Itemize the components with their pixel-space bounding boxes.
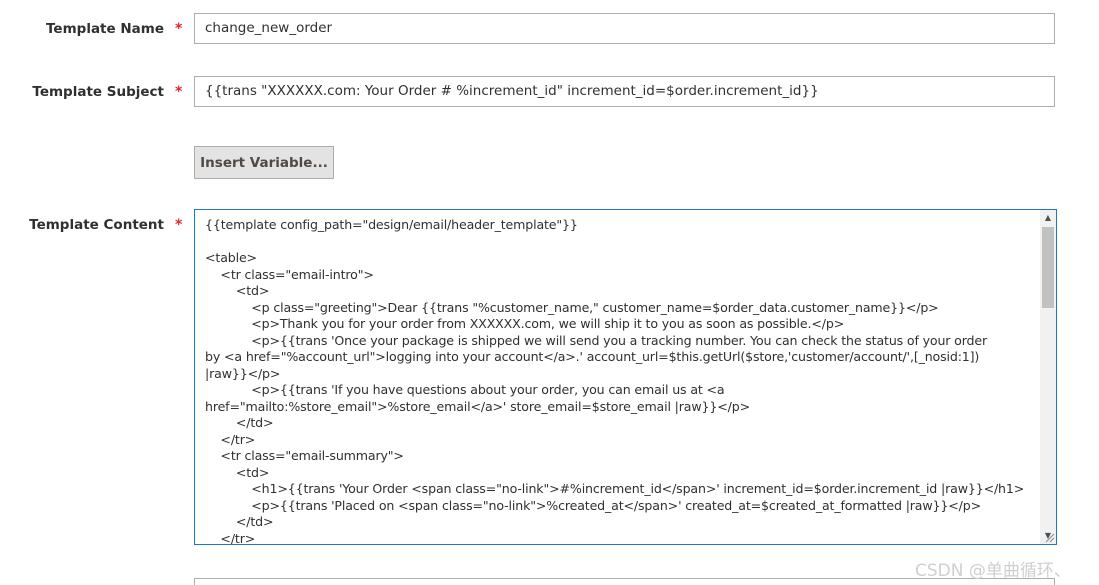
editor-line: <p>Thank you for your order from XXXXXX.… [205, 316, 845, 331]
editor-line: </td> [205, 415, 274, 430]
template-content-text[interactable]: {{template config_path="design/email/hea… [195, 210, 1031, 544]
scroll-thumb[interactable] [1042, 227, 1054, 308]
template-content-label: Template Content [29, 217, 164, 233]
template-content-textarea[interactable]: {{template config_path="design/email/hea… [194, 209, 1057, 545]
email-template-form: Template Name * change_new_order Templat… [0, 0, 1099, 585]
watermark: CSDN @单曲循环、 [915, 561, 1071, 581]
editor-line: <tr class="email-summary"> [205, 448, 404, 463]
insert-variable-button[interactable]: Insert Variable... [194, 146, 334, 179]
editor-line: href="mailto:%store_email">%store_email<… [205, 398, 750, 414]
editor-line: <p>{{trans 'If you have questions about … [205, 382, 725, 397]
resize-grip-icon[interactable] [1043, 531, 1055, 543]
editor-line: <td> [205, 283, 270, 298]
template-name-input[interactable]: change_new_order [194, 13, 1055, 44]
template-subject-required-mark: * [175, 84, 183, 100]
editor-line: </tr> [205, 530, 256, 545]
editor-line: <p class="greeting">Dear {{trans "%custo… [205, 299, 939, 315]
editor-line: <p>{{trans 'Placed on <span class="no-li… [205, 497, 981, 513]
editor-line: {{template config_path="design/email/hea… [205, 217, 578, 232]
editor-line: |raw}}</p> [205, 365, 281, 381]
template-name-required-mark: * [175, 21, 183, 37]
editor-scrollbar[interactable]: ▲ ▼ [1040, 210, 1056, 544]
editor-line: </tr> [205, 431, 256, 447]
template-content-required-mark: * [175, 217, 183, 233]
scroll-up-arrow-icon[interactable]: ▲ [1040, 210, 1056, 226]
template-subject-label: Template Subject [32, 84, 164, 100]
editor-line: <h1>{{trans 'Your Order <span class="no-… [205, 481, 1025, 496]
editor-line: <td> [205, 464, 270, 480]
editor-line: <tr class="email-intro"> [205, 266, 374, 282]
editor-line: <table> [205, 250, 257, 265]
template-name-label: Template Name [46, 21, 164, 37]
template-subject-input[interactable]: {{trans "XXXXXX.com: Your Order # %incre… [194, 76, 1055, 107]
editor-line: by <a href="%account_url">logging into y… [205, 349, 980, 364]
editor-line: </td> [205, 514, 274, 529]
editor-line: <p>{{trans 'Once your package is shipped… [205, 332, 988, 348]
